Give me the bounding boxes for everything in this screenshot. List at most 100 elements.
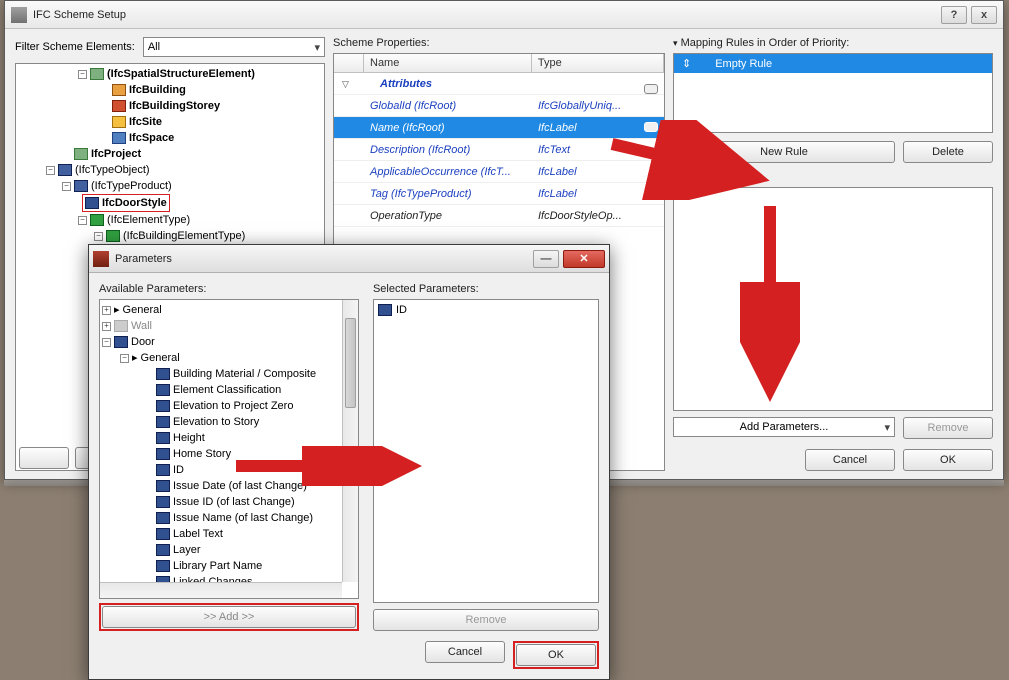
- ok-button[interactable]: OK: [903, 449, 993, 471]
- param-icon: [156, 560, 170, 572]
- prop-row[interactable]: Tag (IfcTypeProduct): [364, 185, 532, 203]
- prop-row[interactable]: GlobalId (IfcRoot): [364, 97, 532, 115]
- small-button[interactable]: [19, 447, 69, 469]
- site-icon: [112, 116, 126, 128]
- param-item[interactable]: Issue Date (of last Change): [173, 478, 307, 494]
- minimize-button[interactable]: —: [533, 250, 559, 268]
- param-icon: [156, 480, 170, 492]
- tree-item[interactable]: Wall: [131, 318, 152, 334]
- prop-row-selected[interactable]: Name (IfcRoot)IfcLabel: [334, 117, 664, 139]
- param-item[interactable]: Issue Name (of last Change): [173, 510, 313, 526]
- tree-item[interactable]: IfcSite: [129, 114, 162, 130]
- param-item[interactable]: Issue ID (of last Change): [173, 494, 295, 510]
- tree-item[interactable]: IfcSpace: [129, 130, 174, 146]
- tree-item[interactable]: General: [141, 350, 180, 366]
- dialog-titlebar: Parameters — ✕: [89, 245, 609, 273]
- rule-content-box[interactable]: [673, 187, 993, 411]
- param-item[interactable]: Home Story: [173, 446, 231, 462]
- collapse-icon[interactable]: −: [94, 232, 103, 241]
- param-item[interactable]: Building Material / Composite: [173, 366, 316, 382]
- collapse-icon[interactable]: −: [62, 182, 71, 191]
- group-icon: [106, 230, 120, 242]
- close-button[interactable]: x: [971, 6, 997, 24]
- add-button[interactable]: >> Add >>: [102, 606, 356, 628]
- tree-item[interactable]: (IfcElementType): [107, 212, 190, 228]
- attributes-header[interactable]: Attributes: [364, 75, 536, 93]
- param-item[interactable]: Layer: [173, 542, 201, 558]
- param-icon: [156, 528, 170, 540]
- scrollbar-vert[interactable]: [342, 300, 358, 582]
- collapse-icon[interactable]: −: [120, 354, 129, 363]
- group-icon: [90, 68, 104, 80]
- collapse-icon[interactable]: −: [78, 70, 87, 79]
- rule-item[interactable]: ⇕Empty Rule: [674, 54, 992, 73]
- param-icon: [156, 416, 170, 428]
- chevron-down-icon[interactable]: ▽: [342, 79, 349, 89]
- col-name[interactable]: Name: [364, 54, 532, 72]
- parameters-dialog: Parameters — ✕ Available Parameters: +▸G…: [88, 244, 610, 680]
- space-icon: [112, 132, 126, 144]
- app-icon: [11, 7, 27, 23]
- window-title: IFC Scheme Setup: [33, 9, 941, 21]
- filter-dropdown[interactable]: All: [143, 37, 325, 57]
- prop-row[interactable]: OperationType: [364, 207, 532, 225]
- group-icon: [90, 214, 104, 226]
- tree-item[interactable]: General: [123, 302, 162, 318]
- col-type[interactable]: Type: [532, 54, 664, 72]
- help-button[interactable]: ?: [941, 6, 967, 24]
- param-item[interactable]: Label Text: [173, 526, 223, 542]
- param-icon: [156, 496, 170, 508]
- close-button[interactable]: ✕: [563, 250, 605, 268]
- cancel-button[interactable]: Cancel: [805, 449, 895, 471]
- selected-params-list[interactable]: ID: [373, 299, 599, 603]
- tree-item[interactable]: (IfcTypeProduct): [91, 178, 172, 194]
- collapse-icon[interactable]: −: [46, 166, 55, 175]
- prop-row[interactable]: ApplicableOccurrence (IfcT...: [364, 163, 532, 181]
- door-icon: [114, 336, 128, 348]
- app-icon: [93, 251, 109, 267]
- rules-list[interactable]: ⇕Empty Rule: [673, 53, 993, 133]
- rule-content-label: Rule Content:: [673, 171, 993, 183]
- tree-item[interactable]: (IfcBuildingElementType): [123, 228, 245, 244]
- param-item[interactable]: Library Part Name: [173, 558, 262, 574]
- param-item[interactable]: Elevation to Project Zero: [173, 398, 293, 414]
- ok-button[interactable]: OK: [516, 644, 596, 666]
- available-label: Available Parameters:: [99, 283, 359, 295]
- tree-item[interactable]: (IfcTypeObject): [75, 162, 150, 178]
- tree-item[interactable]: IfcBuilding: [129, 82, 186, 98]
- filter-label: Filter Scheme Elements:: [15, 41, 135, 53]
- tree-item[interactable]: IfcProject: [91, 146, 141, 162]
- param-icon: [156, 512, 170, 524]
- param-item[interactable]: Height: [173, 430, 205, 446]
- new-rule-button[interactable]: New Rule: [673, 141, 895, 163]
- scheme-props-label: Scheme Properties:: [333, 37, 665, 49]
- collapse-icon[interactable]: −: [102, 338, 111, 347]
- tree-item[interactable]: (IfcSpatialStructureElement): [107, 66, 255, 82]
- param-icon: [156, 384, 170, 396]
- elem-icon: [58, 164, 72, 176]
- tree-item[interactable]: IfcBuildingStorey: [129, 98, 220, 114]
- add-params-dropdown[interactable]: Add Parameters...: [673, 417, 895, 437]
- param-item[interactable]: Element Classification: [173, 382, 281, 398]
- param-icon: [156, 544, 170, 556]
- expand-icon[interactable]: +: [102, 306, 111, 315]
- param-item[interactable]: ID: [173, 462, 184, 478]
- expand-icon[interactable]: +: [102, 322, 111, 331]
- tree-item[interactable]: Door: [131, 334, 155, 350]
- drag-handle-icon[interactable]: ⇕: [682, 57, 691, 70]
- remove-button[interactable]: Remove: [903, 417, 993, 439]
- selected-item[interactable]: ID: [378, 304, 594, 316]
- param-item[interactable]: Elevation to Story: [173, 414, 259, 430]
- remove-button[interactable]: Remove: [373, 609, 599, 631]
- cancel-button[interactable]: Cancel: [425, 641, 505, 663]
- tree-item-doorstyle[interactable]: IfcDoorStyle: [102, 195, 167, 211]
- param-icon: [378, 304, 392, 316]
- param-icon: [156, 400, 170, 412]
- available-params-list[interactable]: +▸General +Wall −Door −▸General Building…: [99, 299, 359, 599]
- scrollbar-horiz[interactable]: [100, 582, 342, 598]
- prop-row[interactable]: Description (IfcRoot): [364, 141, 532, 159]
- delete-button[interactable]: Delete: [903, 141, 993, 163]
- link-icon: [644, 84, 658, 94]
- collapse-icon[interactable]: −: [78, 216, 87, 225]
- storey-icon: [112, 100, 126, 112]
